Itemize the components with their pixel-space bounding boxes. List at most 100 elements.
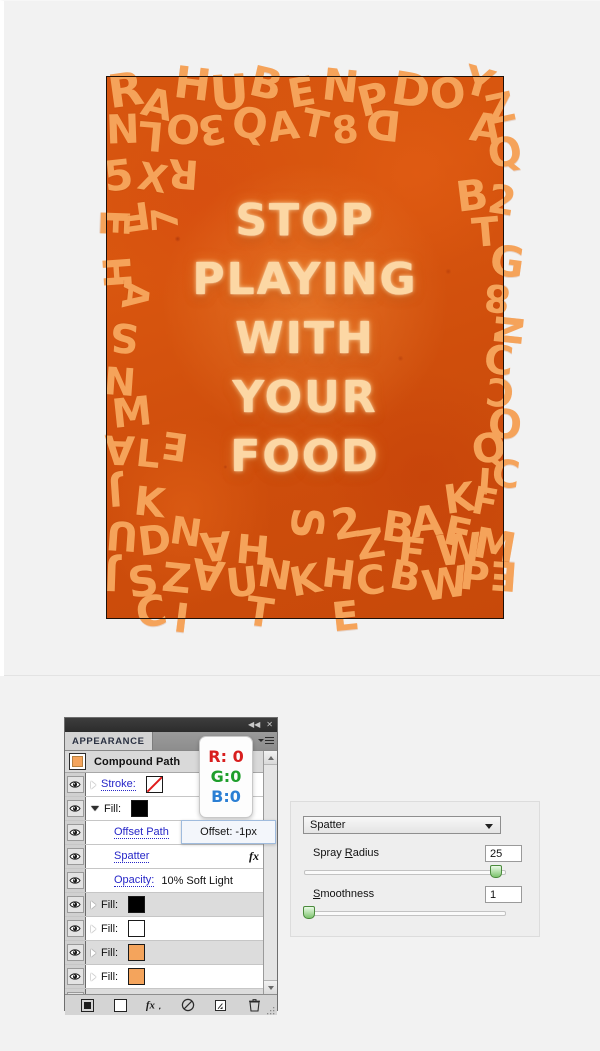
add-new-stroke-button[interactable] <box>79 997 97 1013</box>
appearance-row-fill[interactable]: Fill: <box>65 965 277 989</box>
smoothness-input[interactable]: 1 <box>485 886 522 903</box>
effect-select-value: Spatter <box>310 819 346 831</box>
message-line: STOP <box>235 195 375 246</box>
visibility-toggle[interactable] <box>65 797 86 820</box>
row-label: Fill: <box>101 922 119 935</box>
eye-icon <box>66 800 84 817</box>
chevron-right-icon[interactable] <box>91 900 96 909</box>
eye-icon <box>66 848 84 865</box>
rgb-red-value: R: 0 <box>208 747 244 766</box>
row-label: Fill: <box>101 946 119 959</box>
visibility-toggle[interactable] <box>65 869 86 892</box>
message-line: WITH <box>235 313 375 364</box>
spray-radius-value: 25 <box>490 847 503 860</box>
spatter-dialog[interactable]: Spatter Spray Radius 25 Smoothness 1 <box>290 801 540 937</box>
hamburger-icon <box>265 735 274 746</box>
effect-select[interactable]: Spatter <box>303 816 501 834</box>
visibility-toggle[interactable] <box>65 965 86 988</box>
message-line: PLAYING <box>192 254 418 305</box>
visibility-toggle[interactable] <box>65 917 86 940</box>
smoothness-slider-track[interactable] <box>304 911 506 916</box>
row-label: Fill: <box>101 970 119 983</box>
scroll-down-button[interactable] <box>264 980 277 994</box>
color-swatch[interactable] <box>128 968 146 985</box>
color-swatch[interactable] <box>145 776 163 793</box>
eye-icon <box>66 824 84 841</box>
chevron-right-icon[interactable] <box>91 780 96 789</box>
row-label[interactable]: Stroke: <box>101 778 136 791</box>
scroll-up-button[interactable] <box>264 751 277 765</box>
color-swatch[interactable] <box>128 896 146 913</box>
delete-item-button[interactable] <box>245 997 263 1013</box>
color-swatch[interactable] <box>128 944 146 961</box>
eye-icon <box>66 968 84 985</box>
object-thumbnail-icon <box>69 753 86 770</box>
color-swatch[interactable] <box>131 800 149 817</box>
row-label[interactable]: Opacity: <box>114 874 155 887</box>
spray-radius-slider-thumb[interactable] <box>490 865 502 878</box>
row-label: Fill: <box>104 802 122 815</box>
spray-radius-label-post: adius <box>352 847 380 859</box>
add-new-effect-button[interactable]: fx <box>145 997 163 1013</box>
rgb-readout-tooltip: R: 0 G:0 B:0 <box>199 736 253 818</box>
chevron-down-icon <box>485 824 493 829</box>
collapse-icon[interactable]: ◀◀ <box>248 721 260 729</box>
spray-radius-slider-track[interactable] <box>304 870 506 875</box>
rgb-green-value: G:0 <box>210 767 242 786</box>
soup-message-text: STOP PLAYING WITH YOUR FOOD <box>140 191 470 486</box>
artwork-canvas: RAHUBENPDOYZNLO3QAT8DAQ5XRB2EF7TGHA8NSCN… <box>0 0 600 676</box>
spray-radius-label-pre: Spray <box>313 847 345 859</box>
visibility-toggle[interactable] <box>65 845 86 868</box>
appearance-panel-footer: fx <box>65 994 277 1015</box>
smoothness-value: 1 <box>490 888 497 901</box>
spray-radius-label: Spray Radius <box>313 847 379 859</box>
eye-icon <box>66 920 84 937</box>
visibility-toggle[interactable] <box>65 821 86 844</box>
visibility-toggle[interactable] <box>65 893 86 916</box>
appearance-row-fill[interactable]: Fill: <box>65 893 277 917</box>
row-label[interactable]: Spatter <box>114 850 150 863</box>
offset-tooltip: Offset: -1px <box>181 820 276 844</box>
visibility-toggle[interactable] <box>65 773 86 796</box>
appearance-row-fill[interactable]: Fill: <box>65 917 277 941</box>
color-swatch[interactable] <box>128 920 146 937</box>
eye-icon <box>66 872 84 889</box>
eye-icon <box>66 776 84 793</box>
message-line: YOUR <box>232 372 378 423</box>
chevron-right-icon[interactable] <box>91 924 96 933</box>
poster-artwork[interactable]: RAHUBENPDOYZNLO3QAT8DAQ5XRB2EF7TGHA8NSCN… <box>90 56 531 643</box>
chevron-down-icon[interactable] <box>91 806 99 811</box>
message-line: FOOD <box>230 431 380 482</box>
panel-scrollbar[interactable] <box>263 751 277 994</box>
panel-menu-icon[interactable] <box>258 735 274 746</box>
svg-text:fx: fx <box>146 1000 156 1012</box>
clear-appearance-button[interactable] <box>179 997 197 1013</box>
eye-icon <box>66 896 84 913</box>
close-icon[interactable]: ✕ <box>266 721 273 729</box>
appearance-row-effect[interactable]: Spatter fx <box>65 845 277 869</box>
eye-icon <box>66 944 84 961</box>
row-value: 10% Soft Light <box>161 874 233 887</box>
chevron-right-icon[interactable] <box>91 948 96 957</box>
chevron-down-icon <box>258 739 264 742</box>
smoothness-label-post: moothness <box>320 888 375 900</box>
spray-radius-accel: R <box>344 847 353 859</box>
add-new-fill-button[interactable] <box>112 997 130 1013</box>
smoothness-label: Smoothness <box>313 888 374 900</box>
tab-appearance[interactable]: APPEARANCE <box>65 732 153 750</box>
spray-radius-input[interactable]: 25 <box>485 845 522 862</box>
visibility-toggle[interactable] <box>65 941 86 964</box>
panel-resize-grip[interactable] <box>267 1006 275 1015</box>
row-label[interactable]: Offset Path <box>114 826 169 839</box>
panel-titlebar: ◀◀ ✕ <box>65 718 277 732</box>
object-type-label: Compound Path <box>94 755 181 768</box>
row-label: Fill: <box>101 898 119 911</box>
chevron-right-icon[interactable] <box>91 972 96 981</box>
appearance-row-opacity[interactable]: Opacity: 10% Soft Light <box>65 869 277 893</box>
fx-icon: fx <box>249 849 259 863</box>
duplicate-item-button[interactable] <box>212 997 230 1013</box>
offset-tooltip-label: Offset: -1px <box>200 826 257 838</box>
tab-appearance-label: APPEARANCE <box>72 735 145 747</box>
appearance-row-fill[interactable]: Fill: <box>65 941 277 965</box>
smoothness-slider-thumb[interactable] <box>303 906 315 919</box>
